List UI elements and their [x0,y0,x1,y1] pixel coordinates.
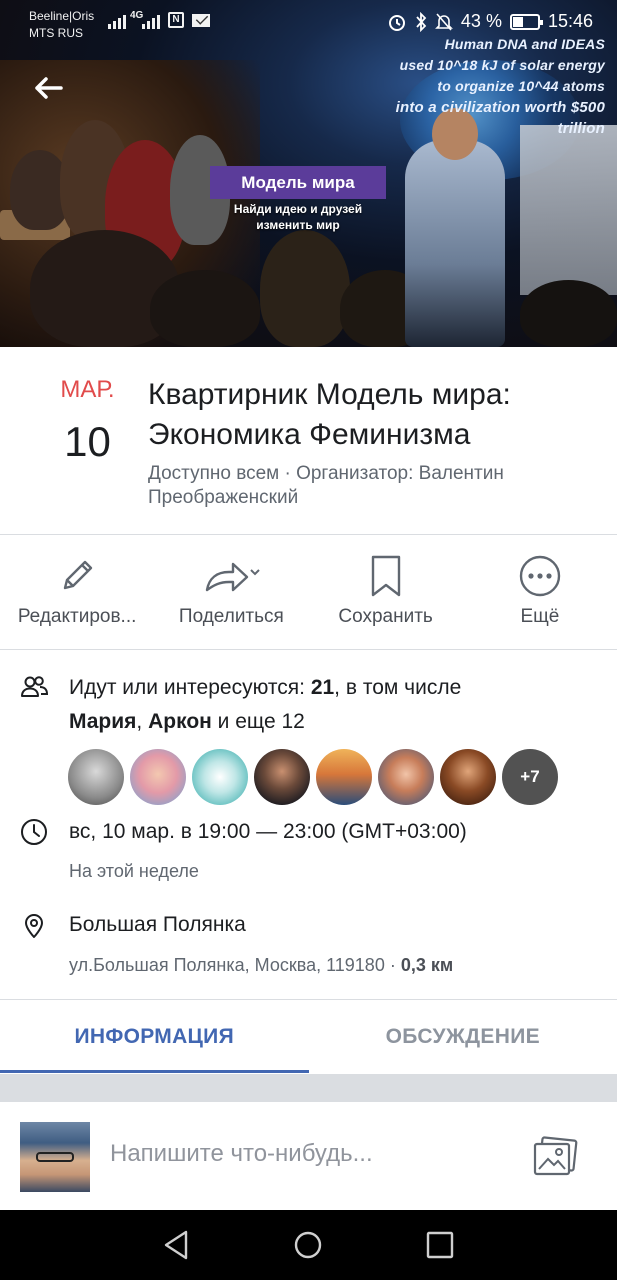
glasses-icon [36,1152,74,1162]
nav-home-icon[interactable] [291,1228,325,1262]
signal-icon [142,13,160,29]
avatar[interactable] [68,749,124,805]
event-time-hint: На этой неделе [69,861,199,881]
divider [0,534,617,535]
battery-percent: 43 % [460,11,502,31]
event-day: 10 [64,418,111,465]
event-date-badge: МАР. 10 [40,374,135,468]
avatar[interactable] [316,749,372,805]
share-label: Поделиться [178,606,284,627]
bookmark-icon [371,555,400,597]
going-summary[interactable]: Идут или интересуются: 21, в том числе Ма… [69,671,599,739]
event-time[interactable]: вс, 10 мар. в 19:00 — 23:00 (GMT+03:00) [69,815,467,849]
avatar[interactable] [378,749,434,805]
avatar[interactable] [254,749,310,805]
cover-whiteboard [520,125,617,295]
save-button[interactable]: Сохранить [309,536,463,649]
cover-banner-subtitle: Найди идею и друзей изменить мир [233,202,363,232]
composer-placeholder[interactable]: Напишите что-нибудь... [110,1140,373,1168]
alarm-icon [388,14,405,31]
divider [0,649,617,650]
system-navigation-bar [0,1210,617,1280]
more-dots-icon [519,555,561,597]
friend-name[interactable]: Аркон [148,710,212,733]
address-text: ул.Большая Полянка, Москва, 119180 · [69,955,401,975]
more-label: Ещё [520,606,560,627]
event-tabs: ИНФОРМАЦИЯ ОБСУЖДЕНИЕ [0,1000,617,1073]
clock-icon [21,819,47,845]
status-right-group: 43 % 15:46 [387,11,593,32]
mail-icon [192,13,210,27]
share-button[interactable]: Поделиться [154,536,308,649]
edit-button[interactable]: Редактиров... [0,536,154,649]
avatar[interactable] [130,749,186,805]
tab-discussion[interactable]: ОБСУЖДЕНИЕ [309,1000,617,1073]
tab-info[interactable]: ИНФОРМАЦИЯ [0,1000,309,1073]
going-prefix: Идут или интересуются: [69,676,311,699]
cover-projection-line: to organize 10^44 atoms [437,78,605,94]
cover-projection-text: Human DNA and IDEAS used 10^18 kJ of sol… [365,34,605,139]
event-month: МАР. [60,376,115,403]
pencil-icon [63,560,93,590]
people-icon [21,676,48,697]
event-privacy-organizer[interactable]: Доступно всем · Организатор: Валентин Пр… [148,462,598,510]
event-title: Квартирник Модель мира: Экономика Фемини… [148,378,511,451]
bluetooth-icon [416,11,427,32]
going-mid: , в том числе [334,676,462,699]
carrier-name: Beeline|Oris [29,9,95,23]
avatar[interactable] [440,749,496,805]
going-suffix: и еще 12 [211,710,305,733]
back-arrow-icon [35,77,63,99]
carrier-labels: Beeline|Oris MTS RUS [29,8,94,42]
status-notification-icons: N [168,12,210,28]
cover-speaker-body [405,140,505,347]
distance: 0,3 км [400,955,454,975]
nav-back-icon[interactable] [160,1228,194,1262]
event-cover-photo[interactable]: Human DNA and IDEAS used 10^18 kJ of sol… [0,0,617,347]
going-separator: , [136,710,149,733]
post-composer[interactable]: Напишите что-нибудь... [0,1102,617,1210]
battery-icon [509,13,543,30]
more-attendees-badge[interactable]: +7 [502,749,558,805]
event-address[interactable]: ул.Большая Полянка, Москва, 119180 · 0,3… [69,953,453,977]
share-arrow-icon [206,562,261,592]
section-separator [0,1074,617,1102]
edit-label: Редактиров... [17,606,137,627]
cover-banner-title: Модель мира [210,166,386,199]
my-avatar [20,1122,90,1192]
clock: 15:46 [547,11,593,31]
photo-icon[interactable] [532,1135,578,1177]
more-button[interactable]: Ещё [463,536,617,649]
nav-recents-icon[interactable] [423,1228,457,1262]
status-bar: Beeline|Oris MTS RUS 4G N 43 % 15:46 [0,0,617,46]
cover-projection-line: used 10^18 kJ of solar energy [399,57,605,73]
friend-name[interactable]: Мария [69,710,136,733]
signal-icon [108,13,126,29]
carrier-name: MTS RUS [29,26,83,40]
save-label: Сохранить [338,606,433,627]
cover-audience-person [150,270,260,347]
cover-audience-person [520,280,617,347]
attendee-avatars[interactable]: +7 [68,749,558,805]
cover-projection-line: into a civilization worth $500 trillion [395,99,605,137]
event-location[interactable]: Большая Полянка [69,908,246,942]
avatar[interactable] [192,749,248,805]
cover-audience-person [260,230,350,347]
back-button[interactable] [30,70,66,106]
event-actions-bar: Редактиров... Поделиться Сохранить Ещё [0,536,617,649]
going-count: 21 [310,676,335,699]
location-pin-icon [25,914,43,938]
n-notification-icon: N [168,12,184,28]
mute-bell-icon [434,12,453,31]
